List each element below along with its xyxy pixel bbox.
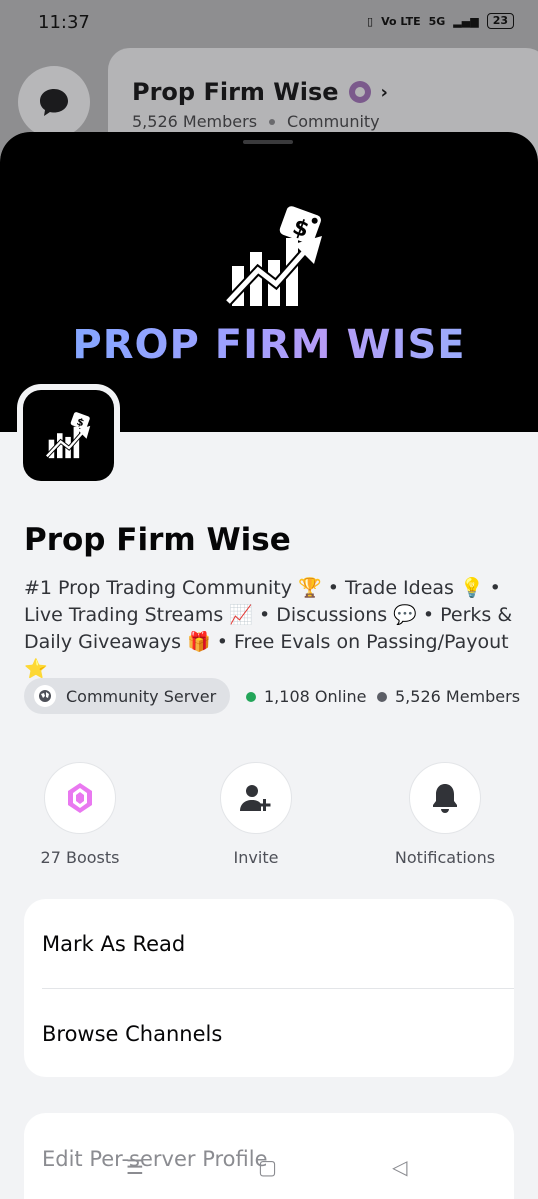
notifications-label: Notifications <box>394 848 496 867</box>
member-dot-icon <box>377 691 387 702</box>
signal-bars-icon: ▂▄▆ <box>453 14 479 28</box>
invite-label: Invite <box>233 848 279 867</box>
boost-gem-icon <box>68 783 92 813</box>
member-label: 5,526 Members <box>395 687 521 706</box>
browse-channels-button[interactable]: Browse Channels <box>24 989 514 1078</box>
verified-flower-icon <box>348 81 371 103</box>
signal-5g-label: 5G <box>428 14 446 28</box>
back-icon[interactable]: ◁ <box>392 1155 407 1179</box>
chevron-right-icon: › <box>380 81 388 103</box>
server-header-name: Prop Firm Wise <box>132 78 339 106</box>
header-members: 5,526 Members <box>132 112 258 131</box>
banner-text: PROP FIRM WISE <box>0 322 538 368</box>
server-name: Prop Firm Wise <box>24 522 291 558</box>
chat-bubble-icon <box>40 89 68 116</box>
home-icon[interactable]: ▢ <box>258 1155 277 1179</box>
status-time: 11:37 <box>38 12 90 33</box>
community-server-chip[interactable]: Community Server <box>24 678 231 714</box>
separator-dot <box>269 118 276 125</box>
header-type: Community <box>287 112 380 131</box>
battery-icon: 23 <box>486 13 514 29</box>
bell-icon <box>433 784 457 813</box>
mark-as-read-button[interactable]: Mark As Read <box>24 899 514 988</box>
server-avatar: $ <box>17 384 120 487</box>
invite-button[interactable]: Invite <box>196 762 316 867</box>
drag-handle[interactable] <box>243 140 293 144</box>
vibrate-icon: ▯ <box>367 14 374 28</box>
add-user-icon <box>240 785 271 811</box>
recents-icon[interactable]: ☰ <box>126 1155 144 1179</box>
chip-label: Community Server <box>66 686 217 706</box>
notifications-button[interactable]: Notifications <box>385 762 505 867</box>
online-count: 1,108 Online <box>246 687 367 706</box>
online-dot-icon <box>246 691 256 702</box>
status-bar: 11:37 ▯ Vo LTE 5G ▂▄▆ 23 <box>0 0 538 48</box>
online-label: 1,108 Online <box>264 687 367 706</box>
boosts-label: 27 Boosts <box>40 848 120 867</box>
system-nav-bar: ☰ ▢ ◁ <box>0 1135 538 1199</box>
server-description: #1 Prop Trading Community 🏆 • Trade Idea… <box>24 577 513 680</box>
server-info-sheet: $ PROP FIRM WISE $ Prop Firm Wise #1 Pro… <box>0 132 538 1199</box>
volte-label: Vo LTE <box>381 14 421 28</box>
server-header-subtitle: 5,526 Members Community <box>132 112 380 131</box>
boosts-button[interactable]: 27 Boosts <box>20 762 140 867</box>
member-count: 5,526 Members <box>377 687 520 706</box>
status-icons: ▯ Vo LTE 5G ▂▄▆ 23 <box>367 13 514 29</box>
globe-icon <box>34 685 56 707</box>
chart-arrow-dollar-tag-icon: $ <box>224 206 322 306</box>
server-header-title[interactable]: Prop Firm Wise › <box>132 78 388 106</box>
menu-card: Mark As Read Browse Channels <box>24 899 514 1077</box>
server-avatar-logo-icon: $ <box>44 411 90 458</box>
chat-bubble-button[interactable] <box>18 66 90 138</box>
